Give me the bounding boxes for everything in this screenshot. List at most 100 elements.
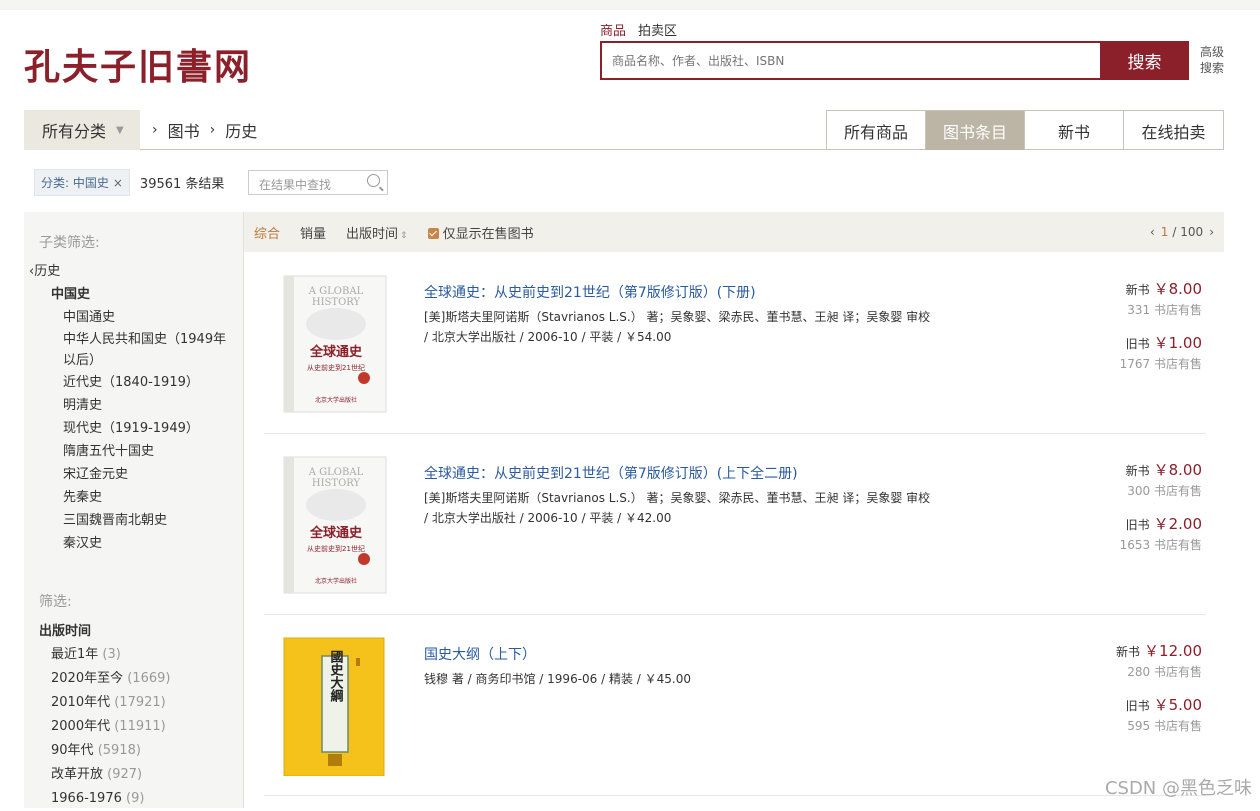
- search-tab-auction[interactable]: 拍卖区: [638, 20, 677, 39]
- pub-time-count: (11911): [114, 719, 166, 734]
- cover-text-en2: HISTORY: [312, 297, 361, 308]
- cover-text-en1: A GLOBAL: [308, 467, 364, 478]
- old-shop-count: 1767 书店有售: [1120, 355, 1202, 372]
- search-input[interactable]: [602, 43, 1100, 78]
- new-label: 新书: [1116, 645, 1140, 659]
- sidebar-current-category: 中国史: [29, 283, 239, 306]
- filter-heading: 筛选:: [24, 591, 72, 611]
- advanced-search-link[interactable]: 高级搜索: [1200, 44, 1230, 76]
- result-authors: [美]斯塔夫里阿诺斯（Stavrianos L.S.） 著；吴象婴、梁赤民、董书…: [424, 310, 930, 324]
- sidebar-item[interactable]: 秦汉史: [29, 532, 239, 555]
- breadcrumb-books[interactable]: 图书: [168, 118, 200, 142]
- tab-all-goods[interactable]: 所有商品: [827, 111, 926, 150]
- old-price-block[interactable]: 旧书￥1.00 1767 书店有售: [1120, 332, 1202, 372]
- sidebar-item[interactable]: 隋唐五代十国史: [29, 440, 239, 463]
- result-meta: [美]斯塔夫里阿诺斯（Stavrianos L.S.） 著；吴象婴、梁赤民、董书…: [424, 307, 984, 347]
- old-price-block[interactable]: 旧书￥2.00 1653 书店有售: [1120, 513, 1202, 553]
- sidebar-item[interactable]: 明清史: [29, 394, 239, 417]
- next-page-icon[interactable]: ›: [1209, 225, 1214, 239]
- result-item: A GLOBAL HISTORY 全球通史 从史前史到21世纪 北京大学出版社 …: [264, 435, 1206, 615]
- only-on-sale-label: 仅显示在售图书: [443, 227, 534, 242]
- book-cover-image[interactable]: 國史大綱: [278, 636, 388, 776]
- pub-time-heading: 出版时间: [39, 620, 239, 643]
- sort-overall[interactable]: 综合: [254, 223, 280, 242]
- filter-chip[interactable]: 分类: 中国史 ×: [34, 169, 130, 196]
- result-title-link[interactable]: 国史大纲（上下）: [424, 644, 536, 664]
- chevron-right-icon: ›: [152, 122, 158, 138]
- tab-online-auction[interactable]: 在线拍卖: [1124, 111, 1223, 150]
- search-button[interactable]: 搜索: [1100, 41, 1189, 80]
- prev-page-icon[interactable]: ‹: [1150, 225, 1155, 239]
- pub-time-count: (1669): [127, 671, 170, 686]
- sidebar-item[interactable]: 中国通史: [29, 306, 239, 329]
- all-categories-dropdown[interactable]: 所有分类 ▼: [24, 110, 140, 150]
- breadcrumb-history[interactable]: 历史: [225, 118, 257, 142]
- old-shop-count: 595 书店有售: [1126, 717, 1202, 734]
- sidebar-item[interactable]: 宋辽金元史: [29, 463, 239, 486]
- search-within-results[interactable]: 在结果中查找: [248, 170, 388, 195]
- site-logo[interactable]: 孔夫子旧書网: [24, 38, 252, 90]
- tab-book-entries[interactable]: 图书条目: [926, 111, 1025, 150]
- book-cover-image[interactable]: A GLOBAL HISTORY 全球通史 从史前史到21世纪 北京大学出版社: [278, 455, 388, 595]
- sort-arrows-icon: ⇕: [400, 231, 408, 241]
- sort-sales[interactable]: 销量: [300, 223, 326, 242]
- sidebar-item[interactable]: 近代史（1840-1919）: [29, 371, 239, 394]
- close-icon[interactable]: ×: [113, 176, 123, 190]
- new-price: ￥8.00: [1154, 280, 1202, 298]
- pub-time-option[interactable]: 1966-1976 (9): [39, 787, 239, 811]
- sort-pub-time[interactable]: 出版时间⇕: [346, 223, 408, 242]
- pub-time-option[interactable]: 最近1年 (3): [39, 643, 239, 667]
- pub-time-option[interactable]: 2010年代 (17921): [39, 691, 239, 715]
- new-price-block[interactable]: 新书￥8.00 300 书店有售: [1126, 459, 1202, 499]
- sidebar-parent-history[interactable]: ‹历史: [29, 260, 239, 283]
- sidebar-item[interactable]: 现代史（1919-1949）: [29, 417, 239, 440]
- result-item: A GLOBAL HISTORY 全球通史 从史前史到21世纪 北京大学出版社 …: [264, 254, 1206, 434]
- tab-new-books[interactable]: 新书: [1025, 111, 1124, 150]
- new-price-block[interactable]: 新书 ￥8.00 331 书店有售: [1126, 278, 1202, 318]
- cover-publisher: 北京大学出版社: [315, 577, 357, 585]
- result-meta: [美]斯塔夫里阿诺斯（Stavrianos L.S.） 著；吴象婴、梁赤民、董书…: [424, 488, 984, 528]
- filter-chip-label: 分类: 中国史: [41, 176, 109, 190]
- pub-time-label: 1966-1976: [51, 791, 122, 806]
- pub-time-option[interactable]: 2020年至今 (1669): [39, 667, 239, 691]
- result-count: 39561 条结果: [140, 173, 225, 192]
- pub-time-count: (3): [102, 647, 120, 662]
- result-title-link[interactable]: 全球通史：从史前史到21世纪（第7版修订版）(下册): [424, 282, 756, 302]
- new-price: ￥8.00: [1154, 461, 1202, 479]
- result-pub-info: / 北京大学出版社 / 2006-10 / 平装 / ￥54.00: [424, 330, 671, 344]
- pub-time-label: 2010年代: [51, 695, 110, 710]
- search-icon[interactable]: [367, 174, 380, 187]
- old-label: 旧书: [1126, 337, 1150, 351]
- cover-title: 全球通史: [309, 525, 363, 541]
- sidebar-item[interactable]: 中华人民共和国史（1949年以后）: [29, 329, 239, 371]
- old-price: ￥5.00: [1154, 696, 1202, 714]
- search-tabs: 商品 拍卖区: [600, 20, 677, 39]
- result-pub-info: / 北京大学出版社 / 2006-10 / 平装 / ￥42.00: [424, 511, 671, 525]
- pub-time-option[interactable]: 2000年代 (11911): [39, 715, 239, 739]
- result-title-link[interactable]: 全球通史：从史前史到21世纪（第7版修订版）(上下全二册): [424, 463, 798, 483]
- new-price-block[interactable]: 新书￥12.00 280 书店有售: [1116, 640, 1202, 680]
- book-cover-image[interactable]: A GLOBAL HISTORY 全球通史 从史前史到21世纪 北京大学出版社: [278, 274, 388, 414]
- old-label: 旧书: [1126, 518, 1150, 532]
- new-label: 新书: [1126, 283, 1150, 297]
- new-shop-count: 300 书店有售: [1126, 482, 1202, 499]
- only-on-sale-checkbox[interactable]: 仅显示在售图书: [428, 223, 534, 242]
- sidebar-parent-label: 历史: [34, 264, 60, 279]
- pub-time-count: (927): [107, 767, 142, 782]
- chevron-right-icon: ›: [210, 122, 216, 138]
- active-filter-row: 分类: 中国史 × 39561 条结果: [34, 169, 224, 195]
- old-price-block[interactable]: 旧书￥5.00 595 书店有售: [1126, 694, 1202, 734]
- sidebar-item[interactable]: 三国魏晋南北朝史: [29, 509, 239, 532]
- breadcrumb: › 图书 › 历史: [152, 110, 257, 150]
- pub-time-count: (17921): [114, 695, 166, 710]
- search-tab-goods[interactable]: 商品: [600, 20, 626, 39]
- pub-time-option[interactable]: 90年代 (5918): [39, 739, 239, 763]
- pub-time-option[interactable]: 改革开放 (927): [39, 763, 239, 787]
- sidebar-item[interactable]: 先秦史: [29, 486, 239, 509]
- new-shop-count: 280 书店有售: [1116, 663, 1202, 680]
- old-price: ￥2.00: [1154, 515, 1202, 533]
- search-within-placeholder: 在结果中查找: [259, 178, 331, 192]
- new-shop-count: 331 书店有售: [1126, 301, 1202, 318]
- watermark: CSDN @黑色乏味: [1105, 774, 1252, 800]
- cover-publisher: 北京大学出版社: [315, 396, 357, 404]
